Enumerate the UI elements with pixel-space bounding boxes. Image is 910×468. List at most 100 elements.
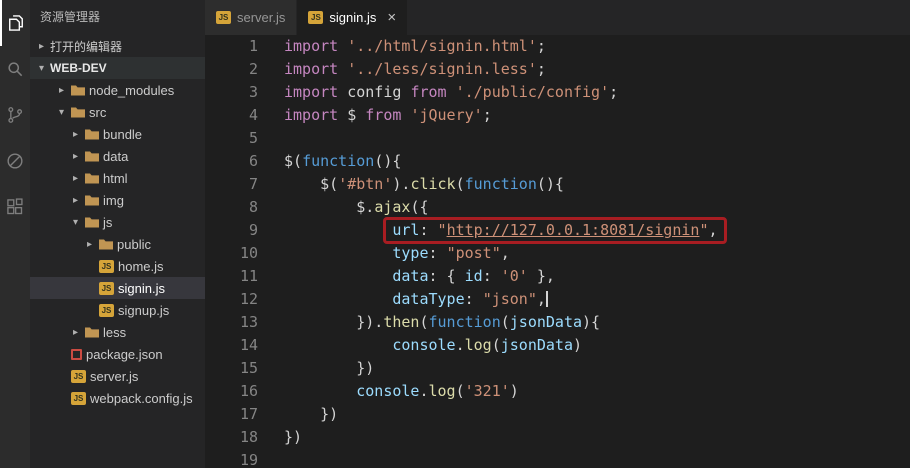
tree-item-js[interactable]: ▾ js: [30, 211, 205, 233]
line-number[interactable]: 14: [205, 334, 258, 357]
chevron-right-icon: ▸: [72, 194, 79, 206]
line-number[interactable]: 3: [205, 81, 258, 104]
close-icon[interactable]: ×: [387, 9, 396, 26]
tree-item-node_modules[interactable]: ▸ node_modules: [30, 79, 205, 101]
line-number[interactable]: 13: [205, 311, 258, 334]
code-line[interactable]: 13 }).then(function(jsonData){: [205, 311, 910, 334]
js-file-icon: JS: [99, 303, 114, 317]
chevron-down-icon: ▾: [58, 106, 65, 118]
code-line-text[interactable]: dataType: "json",: [258, 288, 548, 311]
tree-item-signin.js[interactable]: JS signin.js: [30, 277, 205, 299]
code-line-text[interactable]: url: "http://127.0.0.1:8081/signin",: [258, 217, 727, 244]
search-icon[interactable]: [0, 46, 30, 92]
code-line-text[interactable]: $(function(){: [258, 150, 401, 173]
debug-icon[interactable]: [0, 138, 30, 184]
extensions-icon[interactable]: [0, 184, 30, 230]
tree-item-src[interactable]: ▾ src: [30, 101, 205, 123]
tab-server.js[interactable]: JS server.js: [205, 0, 298, 35]
tree-item-html[interactable]: ▸ html: [30, 167, 205, 189]
code-line[interactable]: 12 dataType: "json",: [205, 288, 910, 311]
tree-item-signup.js[interactable]: JS signup.js: [30, 299, 205, 321]
line-number[interactable]: 10: [205, 242, 258, 265]
folder-icon: [85, 327, 99, 338]
line-number[interactable]: 12: [205, 288, 258, 311]
code-line-text[interactable]: type: "post",: [258, 242, 509, 265]
code-line-text[interactable]: $('#btn').click(function(){: [258, 173, 564, 196]
code-line[interactable]: 11 data: { id: '0' },: [205, 265, 910, 288]
code-line-text[interactable]: console.log(jsonData): [258, 334, 582, 357]
code-line-text[interactable]: console.log('321'): [258, 380, 519, 403]
line-number[interactable]: 6: [205, 150, 258, 173]
tree-item-home.js[interactable]: JS home.js: [30, 255, 205, 277]
tree-item-data[interactable]: ▸ data: [30, 145, 205, 167]
code-line[interactable]: 18}): [205, 426, 910, 449]
line-number[interactable]: 19: [205, 449, 258, 468]
code-line[interactable]: 8 $.ajax({: [205, 196, 910, 219]
tree-item-label: public: [117, 236, 151, 252]
line-number[interactable]: 1: [205, 35, 258, 58]
code-line-text[interactable]: $.ajax({: [258, 196, 428, 219]
code-line[interactable]: 17 }): [205, 403, 910, 426]
tab-signin.js[interactable]: JS signin.js ×: [297, 0, 409, 35]
tree-item-webpack.config.js[interactable]: JS webpack.config.js: [30, 387, 205, 409]
code-line[interactable]: 3 import config from './public/config';: [205, 81, 910, 104]
code-line[interactable]: 6 $(function(){: [205, 150, 910, 173]
code-line[interactable]: 5: [205, 127, 910, 150]
code-line-text[interactable]: }): [258, 357, 374, 380]
tree-item-public[interactable]: ▸ public: [30, 233, 205, 255]
line-number[interactable]: 17: [205, 403, 258, 426]
tree-item-img[interactable]: ▸ img: [30, 189, 205, 211]
code-line[interactable]: 4 import $ from 'jQuery';: [205, 104, 910, 127]
code-line-text[interactable]: import $ from 'jQuery';: [258, 104, 492, 127]
open-editors-section[interactable]: ▸ 打开的编辑器: [30, 35, 205, 57]
code-line-text[interactable]: import config from './public/config';: [258, 81, 618, 104]
line-number[interactable]: 4: [205, 104, 258, 127]
folder-icon: [85, 217, 99, 228]
code-line-text[interactable]: data: { id: '0' },: [258, 265, 555, 288]
code-line-text[interactable]: }): [258, 403, 338, 426]
code-line[interactable]: 10 type: "post",: [205, 242, 910, 265]
tree-item-less[interactable]: ▸ less: [30, 321, 205, 343]
code-line[interactable]: 7 $('#btn').click(function(){: [205, 173, 910, 196]
code-line[interactable]: 14 console.log(jsonData): [205, 334, 910, 357]
line-number[interactable]: 8: [205, 196, 258, 219]
tree-item-server.js[interactable]: JS server.js: [30, 365, 205, 387]
line-number[interactable]: 16: [205, 380, 258, 403]
line-number[interactable]: 7: [205, 173, 258, 196]
chevron-down-icon: ▾: [72, 216, 79, 228]
chevron-down-icon: ▾: [38, 62, 45, 74]
line-number[interactable]: 2: [205, 58, 258, 81]
code-line-text[interactable]: }).then(function(jsonData){: [258, 311, 600, 334]
chevron-right-icon: ▸: [86, 238, 93, 250]
line-number[interactable]: 15: [205, 357, 258, 380]
js-file-icon: JS: [71, 369, 86, 383]
folder-icon: [71, 85, 85, 96]
code-line[interactable]: 9 url: "http://127.0.0.1:8081/signin",: [205, 217, 910, 244]
tree-item-package.json[interactable]: package.json: [30, 343, 205, 365]
code-line-text[interactable]: }): [258, 426, 302, 449]
file-tree: ▸ node_modules ▾ src ▸ bundle ▸ data ▸ html ▸ img ▾ j…: [30, 79, 205, 409]
tree-item-label: webpack.config.js: [90, 390, 193, 406]
code-line[interactable]: 2 import '../less/signin.less';: [205, 58, 910, 81]
chevron-right-icon: ▸: [72, 326, 79, 338]
line-number[interactable]: 18: [205, 426, 258, 449]
code-line[interactable]: 19: [205, 449, 910, 468]
js-file-icon: JS: [71, 391, 86, 405]
line-number[interactable]: 9: [205, 219, 258, 242]
code-line[interactable]: 16 console.log('321'): [205, 380, 910, 403]
code-line-text[interactable]: import '../less/signin.less';: [258, 58, 546, 81]
folder-icon: [99, 239, 113, 250]
line-number[interactable]: 11: [205, 265, 258, 288]
explorer-icon[interactable]: [0, 0, 30, 46]
tree-item-bundle[interactable]: ▸ bundle: [30, 123, 205, 145]
source-control-icon[interactable]: [0, 92, 30, 138]
tree-item-label: bundle: [103, 126, 143, 142]
line-number[interactable]: 5: [205, 127, 258, 150]
code-line[interactable]: 1 import '../html/signin.html';: [205, 35, 910, 58]
code-line[interactable]: 15 }): [205, 357, 910, 380]
annotation-highlight-box: url: "http://127.0.0.1:8081/signin",: [383, 217, 727, 244]
tab-bar: JS server.js JS signin.js ×: [205, 0, 910, 35]
code-line-text[interactable]: import '../html/signin.html';: [258, 35, 546, 58]
workspace-root[interactable]: ▾ WEB-DEV: [30, 57, 205, 79]
tree-item-label: data: [103, 148, 129, 164]
